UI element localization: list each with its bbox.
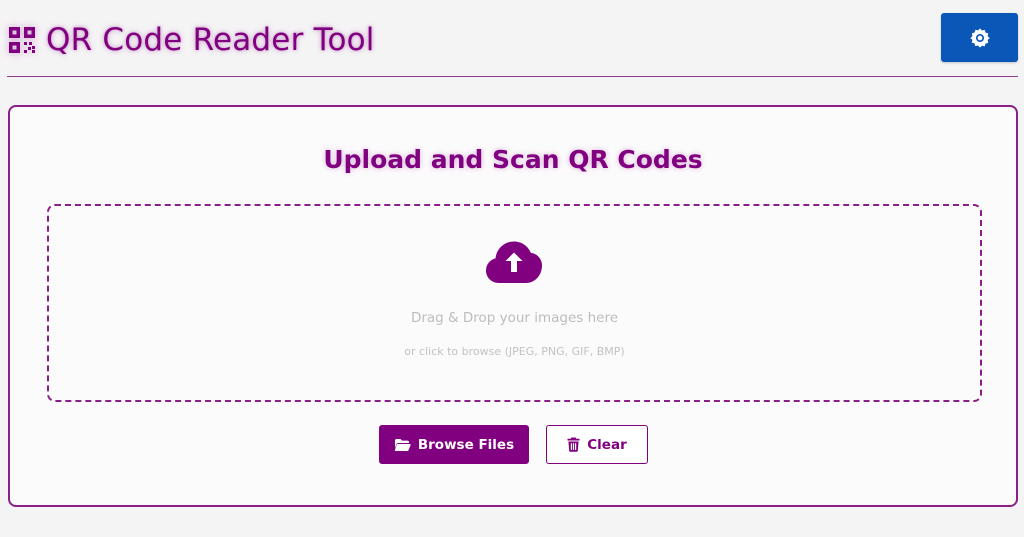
browse-files-button[interactable]: Browse Files: [379, 425, 529, 464]
settings-button[interactable]: [941, 13, 1018, 62]
gear-icon: [969, 27, 990, 48]
browse-files-label: Browse Files: [417, 436, 515, 453]
brand: QR Code Reader Tool: [7, 18, 375, 62]
clear-button[interactable]: Clear: [546, 425, 648, 464]
clear-label: Clear: [587, 436, 627, 453]
app-title: QR Code Reader Tool: [46, 22, 375, 58]
trash-icon: [567, 437, 580, 452]
drop-zone-primary-text: Drag & Drop your images here: [410, 310, 619, 326]
drop-zone-secondary-text: or click to browse (JPEG, PNG, GIF, BMP): [404, 345, 625, 358]
drop-zone[interactable]: Drag & Drop your images here or click to…: [47, 204, 982, 402]
app-header: QR Code Reader Tool: [0, 0, 1024, 77]
upload-card: Upload and Scan QR Codes Drag & Drop you…: [8, 105, 1018, 507]
cloud-upload-icon: [486, 241, 542, 283]
section-title: Upload and Scan QR Codes: [323, 145, 703, 174]
qrcode-icon: [9, 27, 35, 53]
header-divider: [7, 76, 1018, 77]
folder-open-icon: [394, 438, 411, 452]
